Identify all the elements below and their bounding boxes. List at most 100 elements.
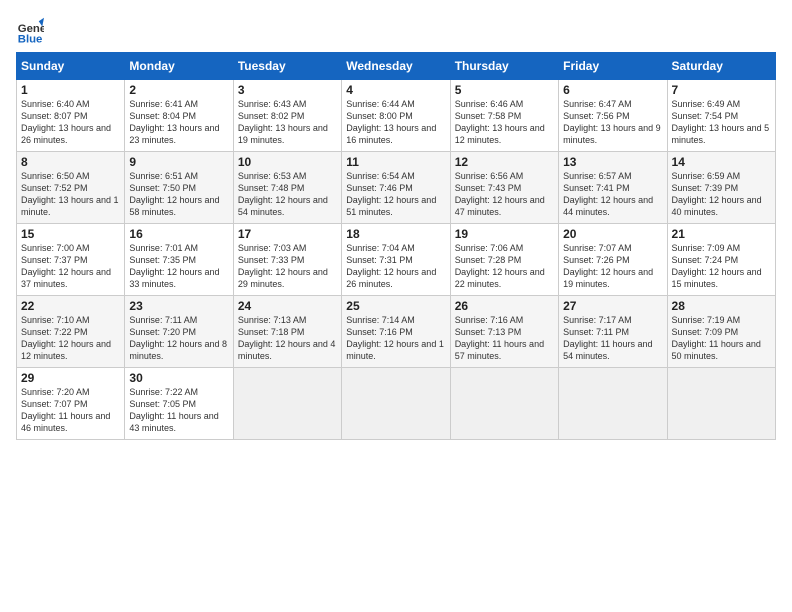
svg-text:Blue: Blue (18, 33, 43, 44)
weekday-header-row: SundayMondayTuesdayWednesdayThursdayFrid… (17, 53, 776, 80)
calendar-week-row: 8Sunrise: 6:50 AM Sunset: 7:52 PM Daylig… (17, 152, 776, 224)
day-content: Sunrise: 6:49 AM Sunset: 7:54 PM Dayligh… (672, 98, 771, 147)
day-number: 14 (672, 155, 771, 169)
calendar-day-cell: 7Sunrise: 6:49 AM Sunset: 7:54 PM Daylig… (667, 80, 775, 152)
calendar-day-cell: 1Sunrise: 6:40 AM Sunset: 8:07 PM Daylig… (17, 80, 125, 152)
page-container: General Blue SundayMondayTuesdayWednesda… (0, 0, 792, 448)
day-content: Sunrise: 7:09 AM Sunset: 7:24 PM Dayligh… (672, 242, 771, 291)
logo-icon: General Blue (16, 16, 44, 44)
calendar-day-cell (559, 368, 667, 440)
calendar-day-cell: 30Sunrise: 7:22 AM Sunset: 7:05 PM Dayli… (125, 368, 233, 440)
day-content: Sunrise: 6:59 AM Sunset: 7:39 PM Dayligh… (672, 170, 771, 219)
day-content: Sunrise: 6:41 AM Sunset: 8:04 PM Dayligh… (129, 98, 228, 147)
calendar-day-cell (342, 368, 450, 440)
day-content: Sunrise: 6:54 AM Sunset: 7:46 PM Dayligh… (346, 170, 445, 219)
day-number: 12 (455, 155, 554, 169)
day-content: Sunrise: 7:22 AM Sunset: 7:05 PM Dayligh… (129, 386, 228, 435)
day-content: Sunrise: 6:43 AM Sunset: 8:02 PM Dayligh… (238, 98, 337, 147)
day-content: Sunrise: 7:11 AM Sunset: 7:20 PM Dayligh… (129, 314, 228, 363)
day-number: 27 (563, 299, 662, 313)
calendar-day-cell: 28Sunrise: 7:19 AM Sunset: 7:09 PM Dayli… (667, 296, 775, 368)
day-number: 3 (238, 83, 337, 97)
calendar-day-cell: 19Sunrise: 7:06 AM Sunset: 7:28 PM Dayli… (450, 224, 558, 296)
calendar-day-cell (450, 368, 558, 440)
day-content: Sunrise: 6:57 AM Sunset: 7:41 PM Dayligh… (563, 170, 662, 219)
weekday-header-cell: Friday (559, 53, 667, 80)
day-number: 6 (563, 83, 662, 97)
calendar-week-row: 15Sunrise: 7:00 AM Sunset: 7:37 PM Dayli… (17, 224, 776, 296)
day-content: Sunrise: 6:47 AM Sunset: 7:56 PM Dayligh… (563, 98, 662, 147)
day-content: Sunrise: 7:01 AM Sunset: 7:35 PM Dayligh… (129, 242, 228, 291)
calendar-day-cell: 12Sunrise: 6:56 AM Sunset: 7:43 PM Dayli… (450, 152, 558, 224)
calendar-day-cell: 22Sunrise: 7:10 AM Sunset: 7:22 PM Dayli… (17, 296, 125, 368)
calendar-day-cell: 15Sunrise: 7:00 AM Sunset: 7:37 PM Dayli… (17, 224, 125, 296)
day-content: Sunrise: 7:14 AM Sunset: 7:16 PM Dayligh… (346, 314, 445, 363)
calendar-table: SundayMondayTuesdayWednesdayThursdayFrid… (16, 52, 776, 440)
calendar-day-cell: 2Sunrise: 6:41 AM Sunset: 8:04 PM Daylig… (125, 80, 233, 152)
weekday-header-cell: Monday (125, 53, 233, 80)
calendar-day-cell: 29Sunrise: 7:20 AM Sunset: 7:07 PM Dayli… (17, 368, 125, 440)
day-content: Sunrise: 7:10 AM Sunset: 7:22 PM Dayligh… (21, 314, 120, 363)
calendar-day-cell: 17Sunrise: 7:03 AM Sunset: 7:33 PM Dayli… (233, 224, 341, 296)
day-content: Sunrise: 6:51 AM Sunset: 7:50 PM Dayligh… (129, 170, 228, 219)
calendar-day-cell: 26Sunrise: 7:16 AM Sunset: 7:13 PM Dayli… (450, 296, 558, 368)
logo: General Blue (16, 16, 44, 44)
day-content: Sunrise: 6:40 AM Sunset: 8:07 PM Dayligh… (21, 98, 120, 147)
day-number: 7 (672, 83, 771, 97)
day-content: Sunrise: 7:20 AM Sunset: 7:07 PM Dayligh… (21, 386, 120, 435)
calendar-day-cell: 18Sunrise: 7:04 AM Sunset: 7:31 PM Dayli… (342, 224, 450, 296)
calendar-day-cell: 10Sunrise: 6:53 AM Sunset: 7:48 PM Dayli… (233, 152, 341, 224)
header: General Blue (16, 16, 776, 44)
day-content: Sunrise: 7:13 AM Sunset: 7:18 PM Dayligh… (238, 314, 337, 363)
day-number: 10 (238, 155, 337, 169)
day-content: Sunrise: 6:50 AM Sunset: 7:52 PM Dayligh… (21, 170, 120, 219)
calendar-day-cell: 9Sunrise: 6:51 AM Sunset: 7:50 PM Daylig… (125, 152, 233, 224)
day-content: Sunrise: 7:19 AM Sunset: 7:09 PM Dayligh… (672, 314, 771, 363)
day-number: 30 (129, 371, 228, 385)
day-content: Sunrise: 7:17 AM Sunset: 7:11 PM Dayligh… (563, 314, 662, 363)
calendar-body: 1Sunrise: 6:40 AM Sunset: 8:07 PM Daylig… (17, 80, 776, 440)
day-number: 18 (346, 227, 445, 241)
weekday-header-cell: Sunday (17, 53, 125, 80)
day-number: 28 (672, 299, 771, 313)
day-number: 25 (346, 299, 445, 313)
calendar-day-cell: 24Sunrise: 7:13 AM Sunset: 7:18 PM Dayli… (233, 296, 341, 368)
calendar-day-cell: 8Sunrise: 6:50 AM Sunset: 7:52 PM Daylig… (17, 152, 125, 224)
day-content: Sunrise: 6:53 AM Sunset: 7:48 PM Dayligh… (238, 170, 337, 219)
weekday-header-cell: Wednesday (342, 53, 450, 80)
calendar-day-cell: 23Sunrise: 7:11 AM Sunset: 7:20 PM Dayli… (125, 296, 233, 368)
day-number: 17 (238, 227, 337, 241)
weekday-header-cell: Tuesday (233, 53, 341, 80)
day-number: 8 (21, 155, 120, 169)
day-number: 26 (455, 299, 554, 313)
calendar-day-cell: 21Sunrise: 7:09 AM Sunset: 7:24 PM Dayli… (667, 224, 775, 296)
calendar-day-cell: 13Sunrise: 6:57 AM Sunset: 7:41 PM Dayli… (559, 152, 667, 224)
day-number: 20 (563, 227, 662, 241)
weekday-header-cell: Saturday (667, 53, 775, 80)
day-content: Sunrise: 6:44 AM Sunset: 8:00 PM Dayligh… (346, 98, 445, 147)
day-number: 5 (455, 83, 554, 97)
calendar-day-cell: 20Sunrise: 7:07 AM Sunset: 7:26 PM Dayli… (559, 224, 667, 296)
calendar-day-cell: 6Sunrise: 6:47 AM Sunset: 7:56 PM Daylig… (559, 80, 667, 152)
calendar-week-row: 1Sunrise: 6:40 AM Sunset: 8:07 PM Daylig… (17, 80, 776, 152)
calendar-day-cell: 16Sunrise: 7:01 AM Sunset: 7:35 PM Dayli… (125, 224, 233, 296)
calendar-day-cell (233, 368, 341, 440)
calendar-day-cell: 5Sunrise: 6:46 AM Sunset: 7:58 PM Daylig… (450, 80, 558, 152)
weekday-header-cell: Thursday (450, 53, 558, 80)
day-number: 24 (238, 299, 337, 313)
calendar-week-row: 29Sunrise: 7:20 AM Sunset: 7:07 PM Dayli… (17, 368, 776, 440)
calendar-week-row: 22Sunrise: 7:10 AM Sunset: 7:22 PM Dayli… (17, 296, 776, 368)
calendar-day-cell: 4Sunrise: 6:44 AM Sunset: 8:00 PM Daylig… (342, 80, 450, 152)
day-number: 1 (21, 83, 120, 97)
day-content: Sunrise: 7:03 AM Sunset: 7:33 PM Dayligh… (238, 242, 337, 291)
calendar-day-cell: 27Sunrise: 7:17 AM Sunset: 7:11 PM Dayli… (559, 296, 667, 368)
day-content: Sunrise: 7:00 AM Sunset: 7:37 PM Dayligh… (21, 242, 120, 291)
day-number: 16 (129, 227, 228, 241)
day-content: Sunrise: 6:46 AM Sunset: 7:58 PM Dayligh… (455, 98, 554, 147)
day-number: 9 (129, 155, 228, 169)
day-content: Sunrise: 6:56 AM Sunset: 7:43 PM Dayligh… (455, 170, 554, 219)
day-number: 19 (455, 227, 554, 241)
day-number: 4 (346, 83, 445, 97)
day-number: 11 (346, 155, 445, 169)
day-number: 22 (21, 299, 120, 313)
